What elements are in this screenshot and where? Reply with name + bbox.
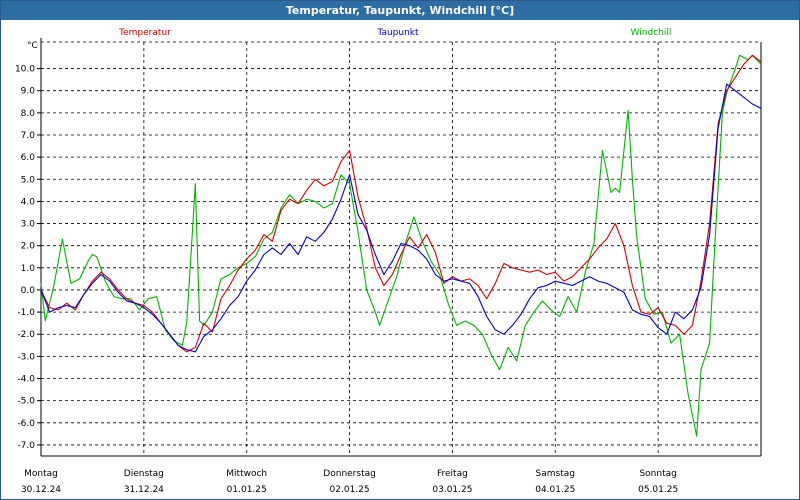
y-tick-label: -7.0 [17,441,35,451]
chart-window: Temperatur, Taupunkt, Windchill [°C] 10.… [0,0,800,500]
y-axis-label: °C [27,41,38,51]
series-line-temperatur [40,54,762,353]
x-tick-day: Samstag [536,469,575,479]
y-tick-label: -5.0 [17,397,35,407]
y-tick-label: -2.0 [17,330,35,340]
y-tick-label: -6.0 [17,419,35,429]
y-tick-label: 1.0 [21,264,36,274]
legend-temperatur: Temperatur [118,28,171,38]
x-tick-day: Montag [24,469,58,479]
y-tick-label: -3.0 [17,352,35,362]
y-tick-label: -4.0 [17,375,35,385]
plot-frame [40,38,762,457]
x-tick-date: 03.01.25 [432,485,472,495]
y-axis: 10.0 9.0 8.0 7.0 6.0 5.0 4.0 3.0 2.0 1.0 0.0 -1.0 -2… [15,65,41,451]
x-tick-date: 31.12.24 [124,485,164,495]
x-tick-date: 01.01.25 [227,485,267,495]
x-axis: Montag 30.12.24 Dienstag 31.12.24 Mittwoch 01… [21,469,678,495]
y-tick-label: 7.0 [21,131,36,141]
x-tick-day: Mittwoch [226,469,267,479]
y-tick-label: 3.0 [21,220,36,230]
x-tick-date: 05.01.25 [638,485,678,495]
legend-taupunkt: Taupunkt [376,28,419,38]
x-tick-date: 30.12.24 [21,485,61,495]
legend: Temperatur Taupunkt Windchill [118,28,671,38]
y-tick-label: 4.0 [21,197,36,207]
chart-plot: 10.0 9.0 8.0 7.0 6.0 5.0 4.0 3.0 2.0 1.0 0.0 -1.0 -2… [15,28,762,495]
y-tick-label: 8.0 [21,109,36,119]
x-tick-date: 02.01.25 [330,485,370,495]
x-tick-day: Dienstag [124,469,164,479]
y-tick-label: 9.0 [21,87,36,97]
y-tick-label: 0.0 [21,286,36,296]
legend-windchill: Windchill [631,28,672,38]
y-tick-label: 5.0 [21,175,36,185]
y-tick-label: -1.0 [17,308,35,318]
x-tick-date: 04.01.25 [535,485,575,495]
x-tick-day: Freitag [437,469,468,479]
x-tick-day: Sonntag [639,469,676,479]
grid [41,41,761,456]
y-tick-label: 2.0 [21,242,36,252]
x-tick-day: Donnerstag [323,469,376,479]
chart-title: Temperatur, Taupunkt, Windchill [°C] [1,1,799,20]
y-tick-label: 10.0 [15,65,35,75]
y-tick-label: 6.0 [21,153,36,163]
